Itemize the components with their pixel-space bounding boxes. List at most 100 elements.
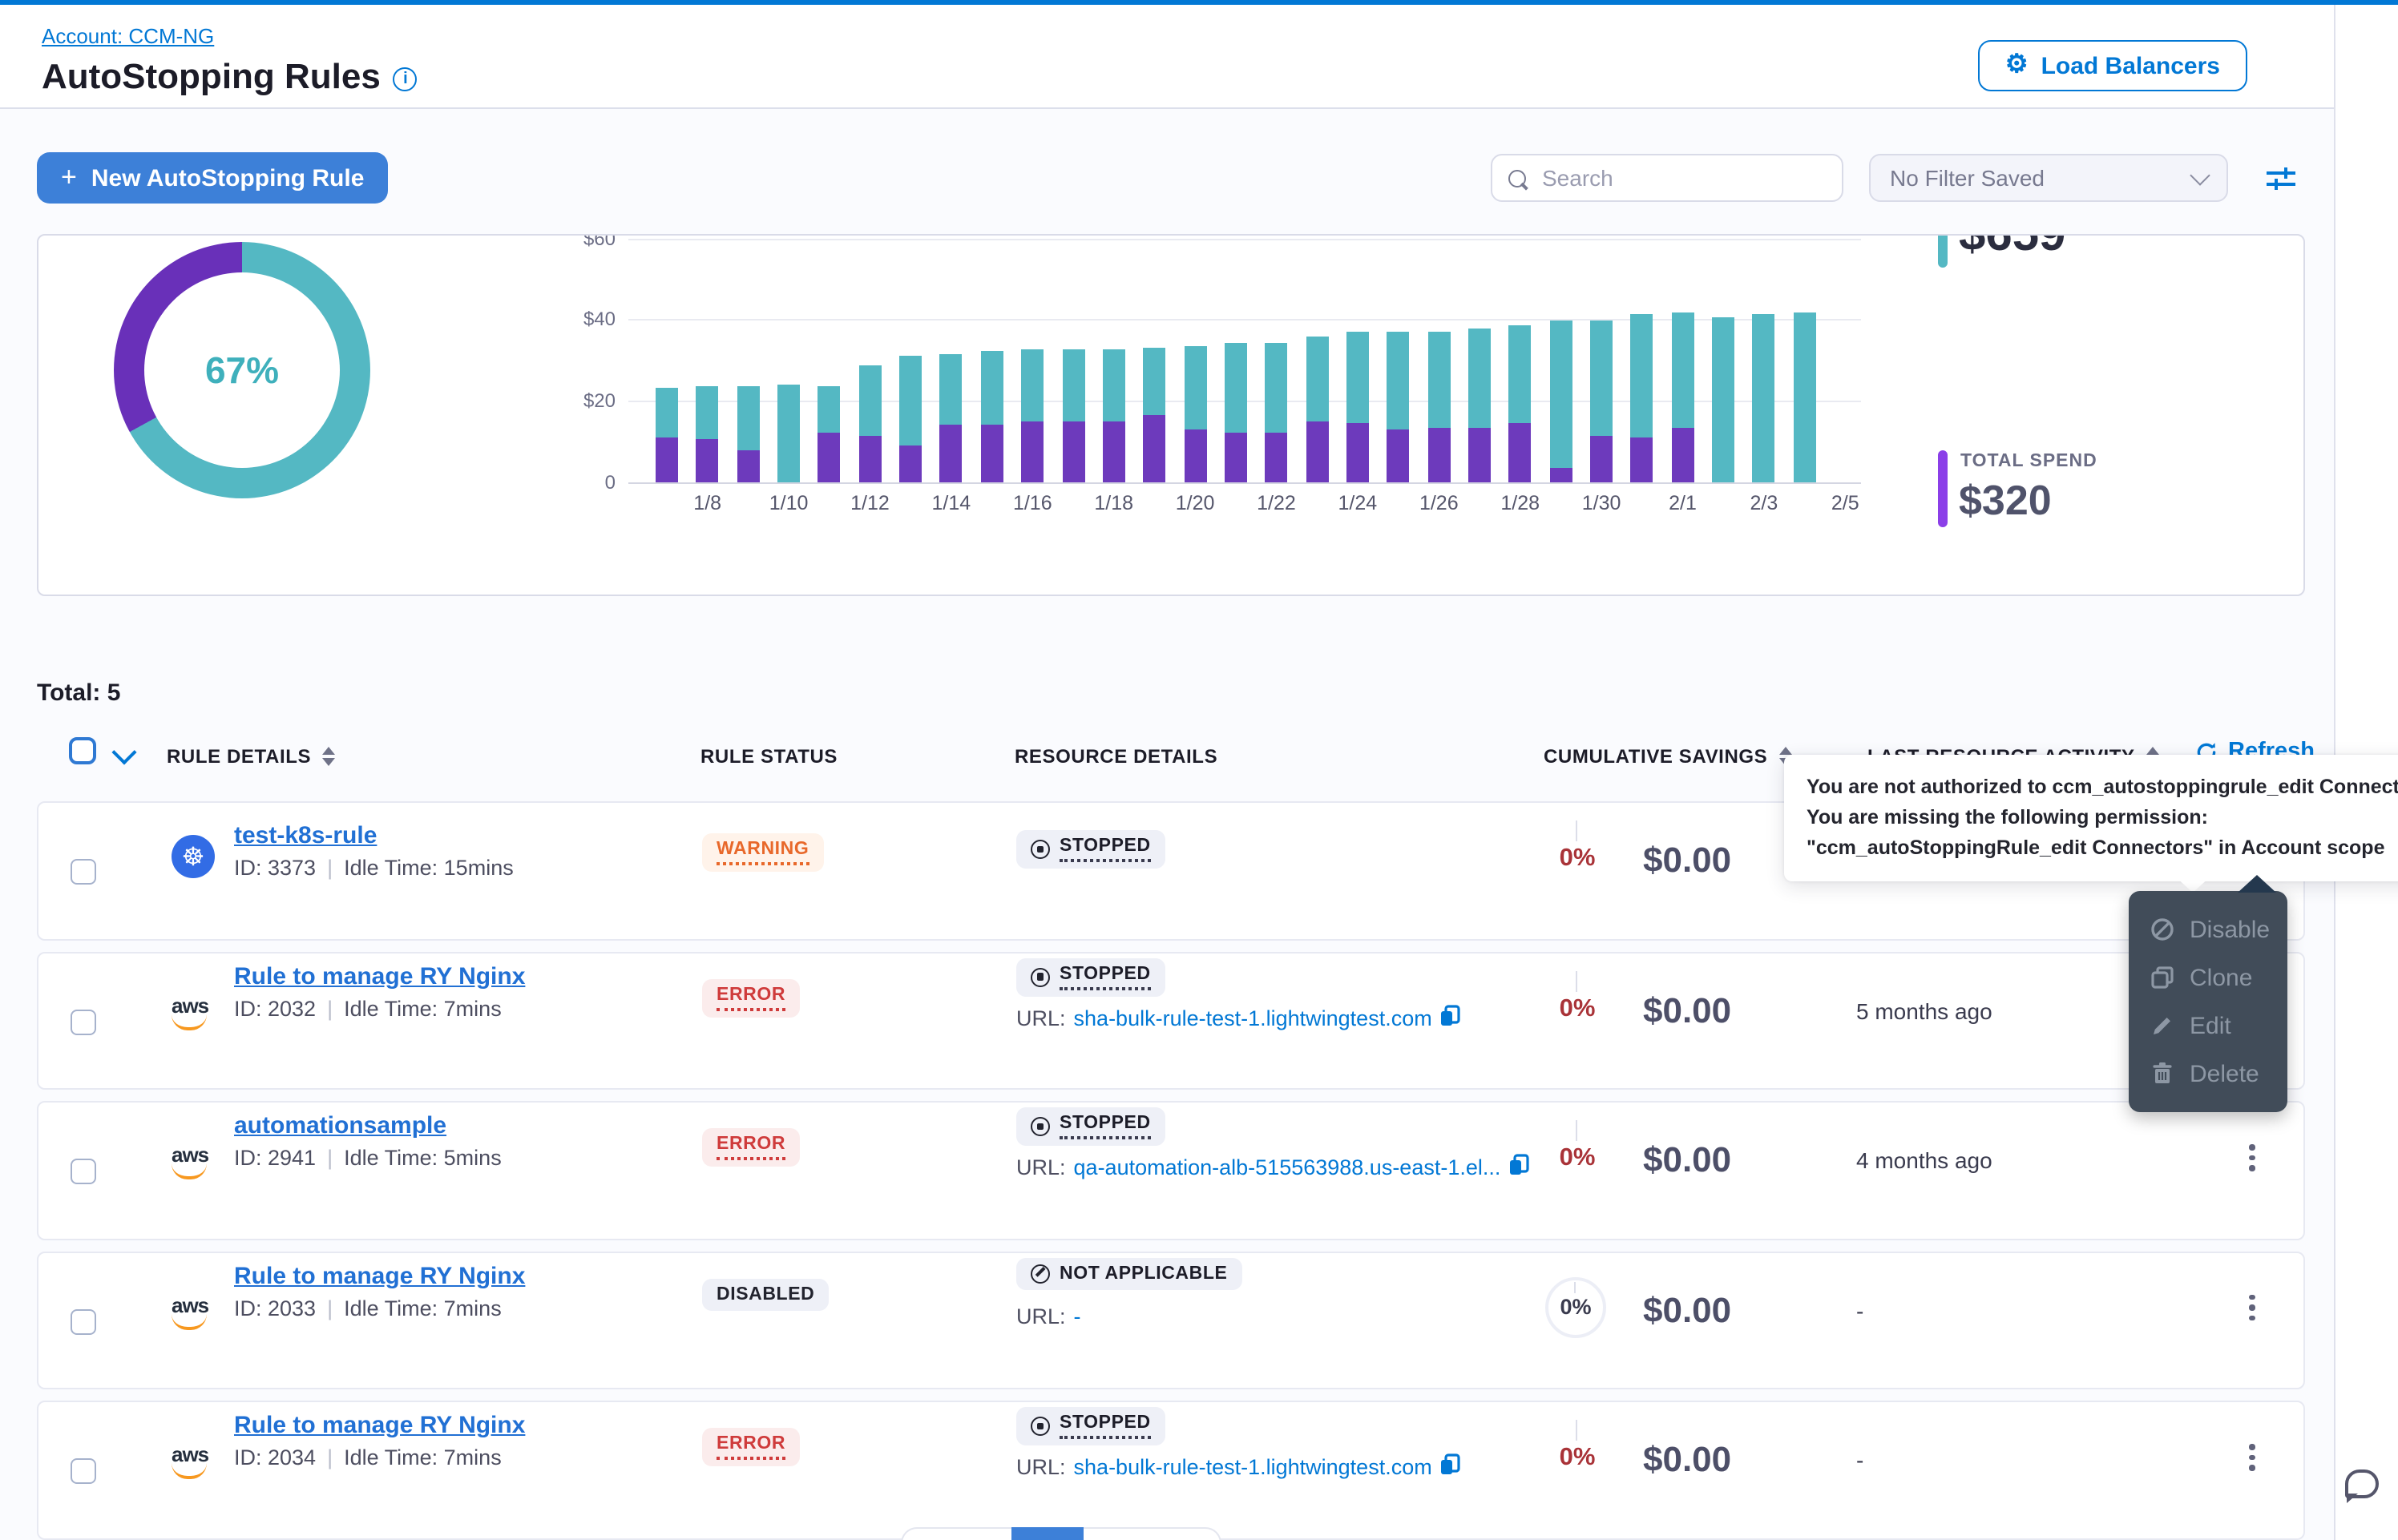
savings-percentage-value: 0% <box>1529 845 1625 873</box>
total-spend-swatch <box>1938 450 1948 527</box>
menu-item-disable[interactable]: Disable <box>2129 905 2287 953</box>
stacked-bar-1/24[interactable] <box>1346 331 1369 482</box>
stacked-bar-2/3[interactable] <box>1753 315 1775 482</box>
resource-url-link[interactable]: sha-bulk-rule-test-1.lightwingtest.com <box>1074 1006 1432 1030</box>
column-cumulative-savings[interactable]: CUMULATIVE SAVINGS <box>1544 745 1791 768</box>
stacked-bar-1/23[interactable] <box>1306 337 1328 482</box>
rule-name-link[interactable]: test-k8s-rule <box>234 822 377 849</box>
rule-status-badge[interactable]: DISABLED <box>702 1278 829 1310</box>
chevron-down-icon <box>2190 164 2210 184</box>
stacked-bar-1/30[interactable] <box>1590 321 1613 482</box>
sort-icon[interactable] <box>322 747 335 766</box>
stacked-bar-1/20[interactable] <box>1184 345 1206 482</box>
x-axis-tick: 1/28 <box>1500 492 1540 514</box>
stopped-icon <box>1031 1417 1050 1436</box>
menu-item-clone[interactable]: Clone <box>2129 953 2287 1002</box>
rule-name-link[interactable]: automationsample <box>234 1112 446 1139</box>
new-autostopping-rule-button[interactable]: + New AutoStopping Rule <box>37 152 388 204</box>
help-chat-icon[interactable] <box>2345 1469 2379 1498</box>
column-rule-details[interactable]: RULE DETAILS <box>167 745 335 768</box>
stacked-bar-1/13[interactable] <box>899 356 922 482</box>
stacked-bar-1/16[interactable] <box>1021 349 1044 482</box>
rule-name-link[interactable]: Rule to manage RY Nginx <box>234 1262 525 1289</box>
rule-status-badge[interactable]: ERROR <box>702 978 800 1017</box>
stacked-bar-1/22[interactable] <box>1266 344 1288 482</box>
stacked-bar-2/2[interactable] <box>1712 316 1734 482</box>
rule-name-link[interactable]: Rule to manage RY Nginx <box>234 962 525 990</box>
row-checkbox[interactable] <box>71 1458 96 1484</box>
current-page-button[interactable] <box>1011 1527 1084 1540</box>
y-axis-tick: $60 <box>561 234 616 250</box>
menu-item-edit[interactable]: Edit <box>2129 1002 2287 1050</box>
row-checkbox[interactable] <box>71 1308 96 1334</box>
aws-icon: aws <box>172 1135 216 1179</box>
copy-icon[interactable] <box>1440 1004 1461 1031</box>
stacked-bar-1/14[interactable] <box>940 353 963 482</box>
row-options-kebab-button[interactable] <box>2238 1144 2267 1186</box>
row-checkbox[interactable] <box>71 1009 96 1034</box>
saved-filter-dropdown[interactable]: No Filter Saved <box>1869 154 2228 202</box>
stacked-bar-1/12[interactable] <box>859 366 882 482</box>
stacked-bar-1/11[interactable] <box>818 386 841 482</box>
stopped-icon <box>1031 840 1050 859</box>
resource-status-badge[interactable]: NOT APPLICABLE <box>1016 1257 1241 1289</box>
stacked-bar-1/26[interactable] <box>1427 331 1450 482</box>
filter-sliders-icon[interactable] <box>2263 160 2299 196</box>
row-options-kebab-button[interactable] <box>2238 1294 2267 1336</box>
search-input[interactable] <box>1539 163 1802 192</box>
resource-url-link[interactable]: - <box>1074 1304 1081 1328</box>
gear-icon: ⚙ <box>2005 53 2029 79</box>
stacked-bar-1/21[interactable] <box>1225 344 1247 482</box>
stacked-bar-1/15[interactable] <box>981 352 1003 482</box>
rule-status-badge[interactable]: WARNING <box>702 833 823 872</box>
stacked-bar-1/9[interactable] <box>737 386 759 482</box>
x-axis-tick: 2/1 <box>1669 492 1697 514</box>
stacked-bar-2/1[interactable] <box>1672 312 1694 482</box>
resource-status-badge[interactable]: STOPPED <box>1016 1107 1165 1146</box>
stacked-bar-1/19[interactable] <box>1143 348 1165 482</box>
x-axis-tick: 1/20 <box>1176 492 1215 514</box>
page-title-text: AutoStopping Rules <box>42 56 381 98</box>
stacked-bar-1/29[interactable] <box>1549 321 1572 482</box>
rule-name-link[interactable]: Rule to manage RY Nginx <box>234 1412 525 1439</box>
resource-status-badge[interactable]: STOPPED <box>1016 957 1165 996</box>
savings-donut-chart: 67% <box>114 242 370 498</box>
load-balancers-button[interactable]: ⚙ Load Balancers <box>1978 40 2247 91</box>
search-box[interactable] <box>1491 154 1843 202</box>
info-icon[interactable]: i <box>394 67 418 91</box>
column-rule-status: RULE STATUS <box>700 745 838 768</box>
menu-item-delete[interactable]: Delete <box>2129 1050 2287 1098</box>
savings-percentage-tick <box>1576 1120 1577 1141</box>
resource-url-link[interactable]: sha-bulk-rule-test-1.lightwingtest.com <box>1074 1455 1432 1479</box>
account-breadcrumb[interactable]: Account: CCM-NG <box>42 24 214 48</box>
rule-status-badge[interactable]: ERROR <box>702 1128 800 1167</box>
row-checkbox[interactable] <box>71 1159 96 1184</box>
copy-icon[interactable] <box>1508 1154 1529 1181</box>
x-axis-tick: 1/16 <box>1013 492 1052 514</box>
delete-icon <box>2150 1061 2175 1086</box>
stacked-bar-1/7[interactable] <box>656 389 678 482</box>
row-checkbox[interactable] <box>71 859 96 885</box>
rule-status-badge[interactable]: ERROR <box>702 1428 800 1466</box>
resource-status-badge[interactable]: STOPPED <box>1016 1407 1165 1445</box>
savings-percentage-tick <box>1576 970 1577 991</box>
resource-url-link[interactable]: qa-automation-alb-515563988.us-east-1.el… <box>1074 1155 1501 1179</box>
stacked-bar-1/10[interactable] <box>777 385 800 482</box>
select-all-checkbox[interactable] <box>69 737 96 764</box>
resource-url: URL:- <box>1016 1304 1081 1328</box>
stacked-bar-1/18[interactable] <box>1103 349 1125 482</box>
aws-icon: aws <box>172 1434 216 1479</box>
stacked-bar-1/31[interactable] <box>1631 315 1653 482</box>
stacked-bar-2/4[interactable] <box>1794 312 1816 482</box>
stacked-bar-1/28[interactable] <box>1509 325 1532 482</box>
stacked-bar-1/8[interactable] <box>696 386 719 482</box>
savings-percentage-ring: 0% <box>1545 1276 1606 1337</box>
pagination-bar[interactable] <box>901 1527 1221 1540</box>
copy-icon[interactable] <box>1440 1453 1461 1481</box>
stacked-bar-1/25[interactable] <box>1387 331 1410 482</box>
row-options-kebab-button[interactable] <box>2238 1444 2267 1486</box>
stacked-bar-1/27[interactable] <box>1468 329 1491 482</box>
resource-status-badge[interactable]: STOPPED <box>1016 830 1165 869</box>
select-menu-chevron-icon[interactable] <box>111 740 136 764</box>
stacked-bar-1/17[interactable] <box>1062 349 1084 482</box>
